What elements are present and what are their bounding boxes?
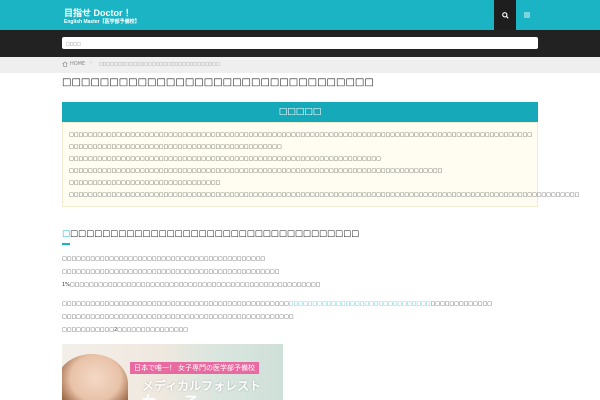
home-icon [62, 61, 68, 67]
toc-item[interactable]: □□□□□□□□□□□□□□□□□□□□□□□□□□□□□□□□□□□□□□□□… [69, 129, 579, 141]
hero-banner-image[interactable]: 日本で唯一！ 女子専門の医学部予備校 メディカルフォレスト 女 子 [62, 344, 283, 400]
site-subtitle: English Master【医学部予備校】 [64, 19, 140, 25]
search-bar [0, 30, 600, 57]
breadcrumb-home[interactable]: HOME [62, 61, 85, 67]
section-heading-mark: □ [62, 229, 71, 239]
toc-list: □□□□□□□□□□□□□□□□□□□□□□□□□□□□□□□□□□□□□□□□… [69, 129, 579, 201]
search-input[interactable] [62, 37, 538, 49]
hero-photo [62, 354, 128, 400]
toc-heading-label: □□□□□ [278, 107, 322, 117]
paragraph-line: □□□□□□□□□□□□□□□□□□□□□□□□□□□□□□□□□□□□□□□□… [62, 298, 492, 311]
hero-title-line2: 女 子 [142, 392, 198, 400]
breadcrumb-home-label: HOME [70, 61, 86, 67]
menu-icon [524, 12, 530, 18]
toc-item[interactable]: □□□□□□□□□□□□□□□□□□□□□□□□□□□□□□□□□□□□□□□□… [69, 153, 579, 165]
page-title: □□□□□□□□□□□□□□□□□□□□□□□□□□□□□□□□□ [62, 77, 374, 88]
breadcrumb: HOME › □□□□□□□□□□□□□□□□□□□□□□□□□□□□□□□□ [0, 57, 600, 73]
toc-item[interactable]: □□□□□□□□□□□□□□□□□□□□□□□□□□□□□□□□ [69, 177, 579, 189]
section-heading-underline [62, 243, 70, 245]
paragraph-second: □□□□□□□□□□□□□□□□□□□□□□□□□□□□□□□□□□□□□□□□… [62, 298, 492, 337]
toc-heading: □□□□□ [62, 102, 538, 122]
site-header: 目指せ Doctor ！ English Master【医学部予備校】 [0, 0, 600, 30]
header-search-button[interactable] [494, 0, 516, 30]
breadcrumb-separator: › [90, 60, 92, 66]
section-heading: □□□□□□□□□□□□□□□□□□□□□□□□□□□□□□□□□□□□□ [62, 229, 359, 239]
toc-item[interactable]: □□□□□□□□□□□□□□□□□□□□□□□□□□□□□□□□□□□□□□□□… [69, 141, 579, 153]
paragraph-line: □□□□□□□□□□□□□□□□□□□□□□□□□□□□□□□□□□□□□□□□… [62, 256, 266, 262]
search-icon [501, 11, 509, 19]
toc-item[interactable]: □□□□□□□□□□□□□□□□□□□□□□□□□□□□□□□□□□□□□□□□… [69, 165, 579, 177]
toc-item[interactable]: □□□□□□□□□□□□□□□□□□□□□□□□□□□□□□□□□□□□□□□□… [69, 189, 579, 201]
header-menu-button[interactable] [516, 0, 538, 30]
paragraph-text: □□□□□□□□□□□□□□□□□□□□□□□□□□□□□□□□□□□□□□□□… [62, 301, 289, 307]
hero-tag: 日本で唯一！ 女子専門の医学部予備校 [130, 362, 259, 374]
paragraph-line: □□□□□□□□□□□2□□□□□□□□□□□□□□□ [62, 327, 189, 333]
paragraph-text: □□□□□□□□□□□□□ [430, 301, 492, 307]
paragraph-intro: □□□□□□□□□□□□□□□□□□□□□□□□□□□□□□□□□□□□□□□□… [62, 253, 320, 292]
paragraph-line: □□□□□□□□□□□□□□□□□□□□□□□□□□□□□□□□□□□□□□□□… [62, 314, 294, 320]
paragraph-line: 1%□□□□□□□□□□□□□□□□□□□□□□□□□□□□□□□□□□□□□□… [62, 282, 321, 288]
section-heading-text: □□□□□□□□□□□□□□□□□□□□□□□□□□□□□□□□□□□□ [70, 229, 360, 239]
paragraph-line: □□□□□□□□□□□□□□□□□□□□□□□□□□□□□□□□□□□□□□□□… [62, 269, 280, 275]
table-of-contents: □□□□□□□□□□□□□□□□□□□□□□□□□□□□□□□□□□□□□□□□… [62, 122, 579, 207]
breadcrumb-current: □□□□□□□□□□□□□□□□□□□□□□□□□□□□□□□□ [99, 61, 220, 66]
inline-link[interactable]: □□□□□□□□□□□□□□□□□□□□□□□□□□□□□□ [289, 301, 431, 307]
